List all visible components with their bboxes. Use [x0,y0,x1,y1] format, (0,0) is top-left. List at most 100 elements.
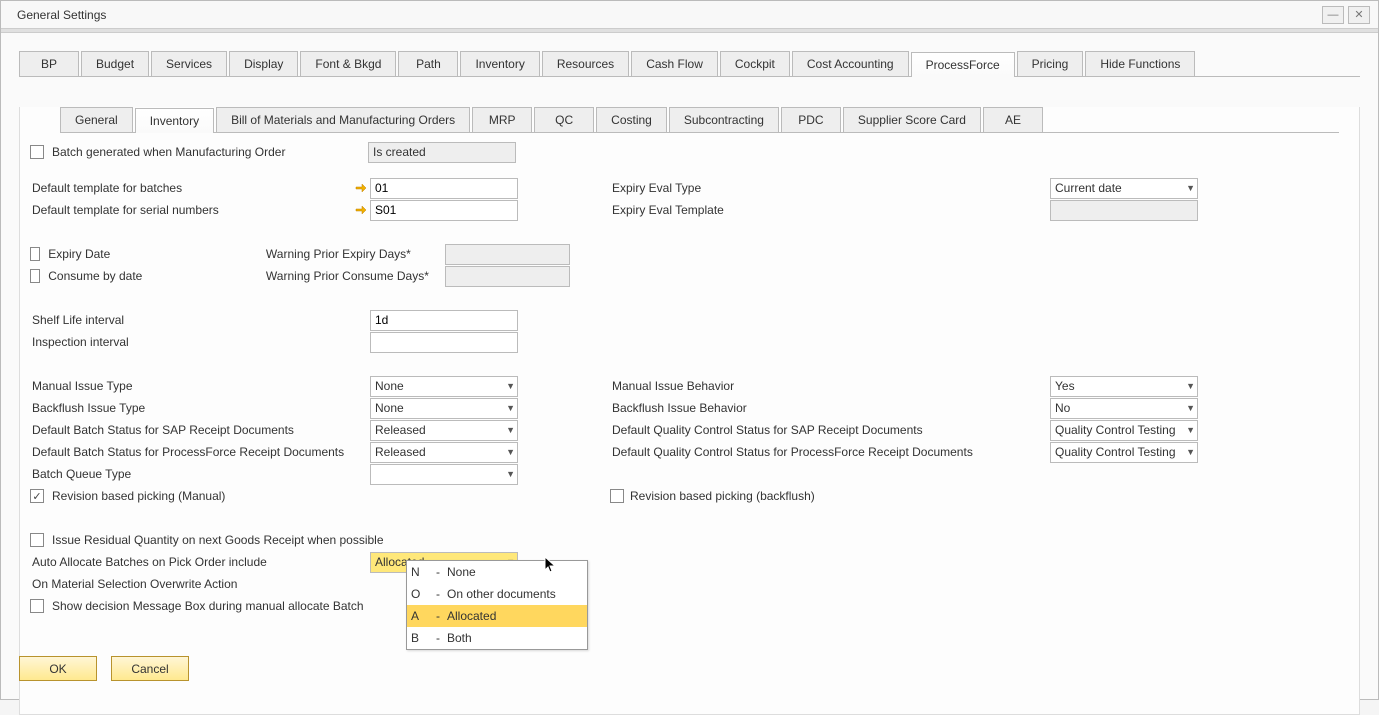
chevron-down-icon: ▼ [1186,381,1195,391]
tab-cashflow[interactable]: Cash Flow [631,51,718,76]
chevron-down-icon: ▼ [1186,183,1195,193]
issue-residual-checkbox[interactable] [30,533,44,547]
subtab-costing[interactable]: Costing [596,107,667,132]
chevron-down-icon: ▼ [506,381,515,391]
tab-resources[interactable]: Resources [542,51,629,76]
tab-inventory-outer[interactable]: Inventory [460,51,539,76]
revision-backflush-checkbox[interactable] [610,489,624,503]
tab-cost-accounting[interactable]: Cost Accounting [792,51,909,76]
tab-display[interactable]: Display [229,51,298,76]
tab-font-bkgd[interactable]: Font & Bkgd [300,51,396,76]
expiry-date-checkbox[interactable] [30,247,40,261]
chevron-down-icon: ▼ [506,447,515,457]
tab-pricing[interactable]: Pricing [1017,51,1084,76]
manual-issue-type-combo[interactable]: None▼ [370,376,518,397]
revision-backflush-label: Revision based picking (backflush) [630,489,815,503]
manual-issue-behavior-combo[interactable]: Yes▼ [1050,376,1198,397]
warning-expiry-label: Warning Prior Expiry Days* [266,247,445,261]
revision-manual-checkbox[interactable] [30,489,44,503]
subtab-pdc[interactable]: PDC [781,107,841,132]
subtab-supplier-score[interactable]: Supplier Score Card [843,107,981,132]
dropdown-option-none[interactable]: N - None [407,561,587,583]
titlebar: General Settings — ✕ [1,1,1378,29]
qc-pf-combo[interactable]: Quality Control Testing▼ [1050,442,1198,463]
default-template-batches-input[interactable] [370,178,518,199]
qc-sap-combo[interactable]: Quality Control Testing▼ [1050,420,1198,441]
ok-button[interactable]: OK [19,656,97,681]
show-decision-checkbox[interactable] [30,599,44,613]
subtab-inventory[interactable]: Inventory [135,108,214,133]
subtab-mrp[interactable]: MRP [472,107,532,132]
shelf-life-label: Shelf Life interval [30,313,370,327]
consume-by-checkbox[interactable] [30,269,40,283]
warning-consume-input[interactable] [445,266,570,287]
link-arrow-icon[interactable] [354,181,368,195]
batch-queue-combo[interactable]: ▼ [370,464,518,485]
tab-processforce[interactable]: ProcessForce [911,52,1015,77]
dropdown-option-other[interactable]: O - On other documents [407,583,587,605]
pf-batch-status-combo[interactable]: Released▼ [370,442,518,463]
tab-bp[interactable]: BP [19,51,79,76]
auto-allocate-label: Auto Allocate Batches on Pick Order incl… [30,555,370,569]
dropdown-option-allocated[interactable]: A - Allocated [407,605,587,627]
subtab-subcontracting[interactable]: Subcontracting [669,107,779,132]
expiry-eval-template-label: Expiry Eval Template [610,203,1050,217]
backflush-issue-behavior-label: Backflush Issue Behavior [610,401,1050,415]
chevron-down-icon: ▼ [506,403,515,413]
warning-consume-label: Warning Prior Consume Days* [266,269,445,283]
subtab-general[interactable]: General [60,107,133,132]
batch-generated-checkbox[interactable] [30,145,44,159]
auto-allocate-dropdown: N - None O - On other documents A - Allo… [406,560,588,650]
sap-batch-status-label: Default Batch Status for SAP Receipt Doc… [30,423,370,437]
expiry-eval-type-combo[interactable]: Current date ▼ [1050,178,1198,199]
subtab-bom[interactable]: Bill of Materials and Manufacturing Orde… [216,107,470,132]
pf-batch-status-label: Default Batch Status for ProcessForce Re… [30,445,370,459]
expiry-eval-template-combo[interactable] [1050,200,1198,221]
tab-cockpit[interactable]: Cockpit [720,51,790,76]
manual-issue-type-label: Manual Issue Type [30,379,370,393]
inspection-interval-input[interactable] [370,332,518,353]
inner-tab-bar: General Inventory Bill of Materials and … [60,107,1339,133]
backflush-issue-type-label: Backflush Issue Type [30,401,370,415]
default-template-serials-input[interactable] [370,200,518,221]
material-overwrite-label: On Material Selection Overwrite Action [30,577,370,591]
close-button[interactable]: ✕ [1348,6,1370,24]
qc-pf-label: Default Quality Control Status for Proce… [610,445,1050,459]
cancel-button[interactable]: Cancel [111,656,189,681]
default-template-serials-label: Default template for serial numbers [30,203,354,217]
qc-sap-label: Default Quality Control Status for SAP R… [610,423,1050,437]
window-title: General Settings [9,8,106,22]
tab-services[interactable]: Services [151,51,227,76]
batch-generated-label: Batch generated when Manufacturing Order [50,145,368,159]
expiry-eval-type-label: Expiry Eval Type [610,181,1050,195]
chevron-down-icon: ▼ [1186,447,1195,457]
chevron-down-icon: ▼ [506,425,515,435]
manual-issue-behavior-label: Manual Issue Behavior [610,379,1050,393]
tab-path[interactable]: Path [398,51,458,76]
subtab-ae[interactable]: AE [983,107,1043,132]
batch-queue-label: Batch Queue Type [30,467,370,481]
tab-hide-functions[interactable]: Hide Functions [1085,51,1195,76]
sap-batch-status-combo[interactable]: Released▼ [370,420,518,441]
default-template-batches-label: Default template for batches [30,181,354,195]
consume-by-label: Consume by date [46,269,266,283]
chevron-down-icon: ▼ [1186,403,1195,413]
settings-panel: General Inventory Bill of Materials and … [19,107,1360,715]
expiry-date-label: Expiry Date [46,247,266,261]
minimize-button[interactable]: — [1322,6,1344,24]
link-arrow-icon[interactable] [354,203,368,217]
subtab-qc[interactable]: QC [534,107,594,132]
shelf-life-input[interactable] [370,310,518,331]
revision-manual-label: Revision based picking (Manual) [50,489,390,503]
tab-budget[interactable]: Budget [81,51,149,76]
dropdown-option-both[interactable]: B - Both [407,627,587,649]
inspection-interval-label: Inspection interval [30,335,370,349]
warning-expiry-input[interactable] [445,244,570,265]
backflush-issue-type-combo[interactable]: None▼ [370,398,518,419]
issue-residual-label: Issue Residual Quantity on next Goods Re… [50,533,550,547]
chevron-down-icon: ▼ [1186,425,1195,435]
backflush-issue-behavior-combo[interactable]: No▼ [1050,398,1198,419]
batch-generated-combo[interactable]: Is created [368,142,516,163]
outer-tab-bar: BP Budget Services Display Font & Bkgd P… [19,51,1360,77]
chevron-down-icon: ▼ [506,469,515,479]
